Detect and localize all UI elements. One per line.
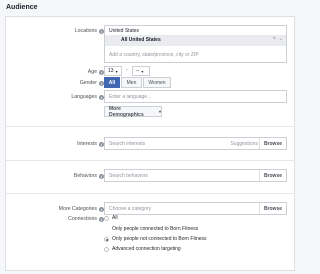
radio-button[interactable]: [104, 246, 109, 252]
radio-button[interactable]: [104, 215, 109, 221]
age-max-select[interactable]: -- ▾: [132, 66, 150, 76]
behaviors-input[interactable]: Search behaviors Browse: [104, 169, 287, 182]
more-demographics-button[interactable]: More Demographics ▾: [104, 106, 162, 118]
languages-label: Languages i: [71, 94, 104, 100]
gender-label: Gender i: [79, 80, 104, 86]
divider: [6, 126, 294, 127]
divider: [6, 160, 294, 161]
section-title: Audience: [6, 4, 38, 11]
locations-box: United States All United States × ⌄ Add …: [104, 25, 287, 63]
more-categories-label: More Categories i: [58, 206, 104, 212]
connections-label: Connections i: [68, 216, 104, 222]
age-min-select[interactable]: 13 ▾: [104, 66, 122, 76]
caret-down-icon: ▾: [141, 68, 144, 74]
behaviors-browse-button[interactable]: Browse: [258, 170, 283, 181]
caret-down-icon: ▾: [158, 109, 161, 114]
behaviors-label: Behaviors i: [73, 173, 104, 179]
languages-input[interactable]: Enter a language...: [104, 90, 287, 103]
radio-button[interactable]: [104, 236, 109, 242]
interests-label: Interests i: [77, 141, 104, 147]
more-categories-browse-button[interactable]: Browse: [258, 203, 283, 214]
age-separator: -: [126, 67, 128, 73]
connections-option-connected[interactable]: Only people connected to Born Fitness: [112, 226, 198, 232]
interests-input[interactable]: Search interests Suggestions Browse: [104, 137, 287, 150]
connections-radio-advanced[interactable]: Advanced connection targeting: [104, 246, 181, 252]
location-selected-row[interactable]: All United States × ⌄: [105, 35, 286, 46]
interests-browse-button[interactable]: Browse: [258, 138, 283, 149]
gender-men-button[interactable]: Men: [121, 77, 142, 88]
more-categories-placeholder: Choose a category: [109, 206, 151, 212]
more-categories-input[interactable]: Choose a category Browse: [104, 202, 287, 215]
location-selected-label: All United States: [121, 37, 161, 43]
age-label: Age i: [87, 69, 104, 75]
location-search-input[interactable]: Add a country, state/province, city or Z…: [109, 52, 199, 58]
suggestions-link[interactable]: Suggestions: [230, 141, 258, 147]
connections-radio-all[interactable]: All: [104, 215, 118, 221]
audience-panel: Locations i United States All United Sta…: [5, 16, 295, 271]
gender-women-button[interactable]: Women: [143, 77, 171, 88]
interests-placeholder: Search interests: [109, 141, 146, 147]
location-country-header: United States: [109, 28, 140, 34]
close-icon[interactable]: ×: [272, 36, 276, 42]
divider: [6, 193, 294, 194]
caret-down-icon: ▾: [115, 68, 118, 74]
locations-label: Locations i: [74, 28, 104, 34]
behaviors-placeholder: Search behaviors: [109, 173, 148, 179]
gender-all-button[interactable]: All: [104, 77, 120, 88]
connections-radio-not-connected[interactable]: Only people not connected to Born Fitnes…: [104, 236, 207, 242]
chevron-down-icon[interactable]: ⌄: [279, 36, 283, 42]
